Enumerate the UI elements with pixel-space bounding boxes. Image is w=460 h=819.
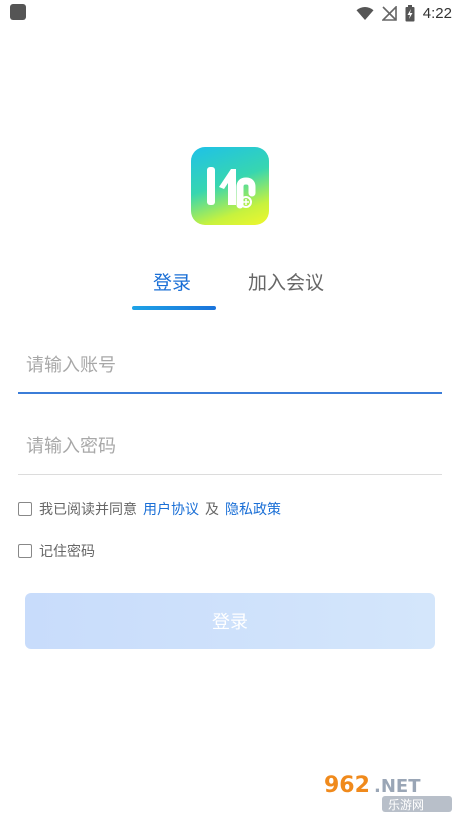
logo-glyph [207,167,256,209]
agreement-prefix: 我已阅读并同意 [39,502,137,518]
svg-text:962: 962 [324,773,370,798]
agreement-checkbox[interactable] [18,502,32,516]
agreement-and: 及 [205,502,219,518]
battery-charging-icon [405,4,415,21]
clock: 4:22 [422,4,452,22]
status-bar: 4:22 [0,0,460,26]
remember-password-checkbox[interactable] [18,544,32,558]
remember-password-label: 记住密码 [39,544,95,560]
account-input[interactable] [18,340,442,390]
user-agreement-link[interactable]: 用户协议 [143,499,199,519]
app-logo-icon [191,147,269,225]
signal-off-icon [381,5,397,21]
remember-password-row: 记住密码 [18,541,95,561]
svg-text:.NET: .NET [374,776,421,797]
tab-join-meeting[interactable]: 加入会议 [248,268,324,295]
status-icons: 4:22 [356,3,452,23]
tab-login[interactable]: 登录 [153,268,191,295]
tab-active-indicator [132,306,216,310]
agreement-row: 我已阅读并同意 用户协议 及 隐私政策 [18,499,287,519]
login-button[interactable]: 登录 [25,593,435,649]
wifi-icon [356,6,374,20]
password-input[interactable] [18,421,442,471]
svg-text:乐游网: 乐游网 [388,798,424,812]
watermark-logo: 962 .NET 乐游网 [324,773,452,812]
app-notification-icon [10,4,26,20]
privacy-policy-link[interactable]: 隐私政策 [225,499,281,519]
account-input-underline [18,392,442,394]
password-input-underline [18,474,442,475]
